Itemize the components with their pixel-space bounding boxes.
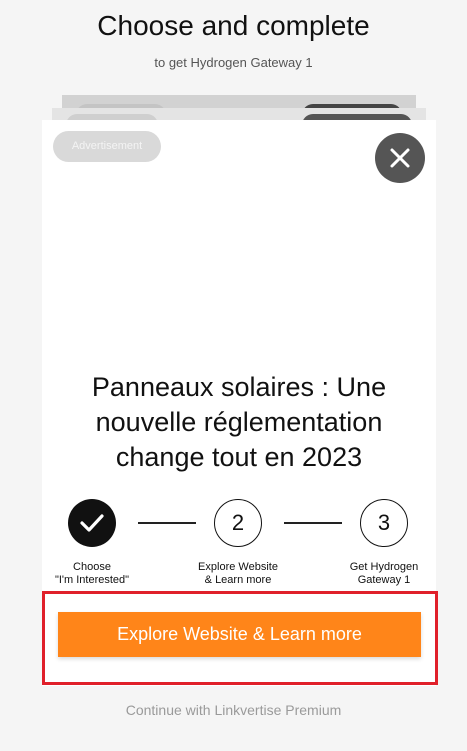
step-2-label: Explore Website & Learn more [198, 561, 278, 586]
page-subtitle: to get Hydrogen Gateway 1 [154, 55, 313, 70]
close-icon [390, 148, 410, 168]
page-title: Choose and complete [97, 10, 370, 41]
advertisement-badge: Advertisement [53, 131, 161, 162]
offer-headline: Panneaux solaires : Une nouvelle régleme… [91, 372, 387, 472]
step-3-marker: 3 [360, 499, 408, 547]
step-3-label: Get Hydrogen Gateway 1 [349, 561, 419, 586]
step-connector [138, 522, 196, 524]
close-button[interactable] [375, 133, 425, 183]
step-connector [284, 522, 342, 524]
step-1-label: Choose "I'm Interested" [54, 561, 130, 586]
explore-website-button[interactable]: Explore Website & Learn more [58, 612, 421, 657]
check-icon [80, 514, 104, 532]
step-1-complete [68, 499, 116, 547]
step-2-marker: 2 [214, 499, 262, 547]
premium-link[interactable]: Continue with Linkvertise Premium [0, 702, 467, 718]
